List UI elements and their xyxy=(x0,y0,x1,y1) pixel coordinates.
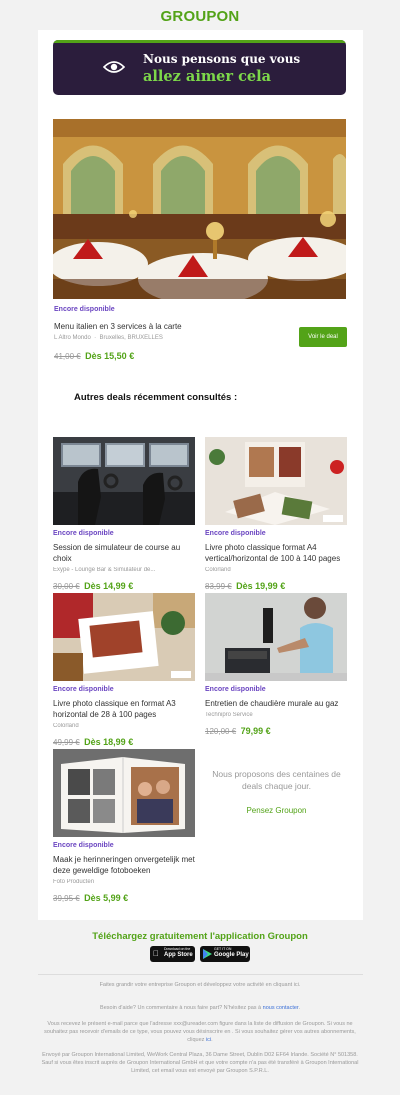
deal-old-price: 39,95 € xyxy=(53,894,80,903)
deal-new-price: Dès 19,99 € xyxy=(236,581,286,591)
deal-new-price: Dès 14,99 € xyxy=(84,581,134,591)
deal-new-price: 79,99 € xyxy=(240,726,271,736)
deal-card[interactable]: Encore disponible Livre photo classique … xyxy=(205,437,347,594)
hero-old-price: 41,00 € xyxy=(54,352,81,361)
hero-new-price: Dès 15,50 € xyxy=(85,351,135,361)
deal-title[interactable]: Maak je herinneringen onvergetelijk met … xyxy=(53,854,195,876)
app-store-label: App Store xyxy=(164,952,193,958)
deal-title[interactable]: Livre photo classique format A4 vertical… xyxy=(205,542,347,564)
deal-card[interactable]: Encore disponible Session de simulateur … xyxy=(53,437,195,594)
deal-availability: Encore disponible xyxy=(53,842,114,849)
section-title: Autres deals récemment consultés : xyxy=(74,392,238,403)
deal-merchant: Foto Producten xyxy=(53,879,95,885)
recommendation-banner: Nous pensons que vous allez aimer cela xyxy=(53,40,346,95)
view-deal-button[interactable]: Voir le deal xyxy=(299,327,347,347)
contact-us-link[interactable]: nous contacter xyxy=(263,1005,299,1011)
apple-icon:  xyxy=(153,949,159,959)
deal-old-price: 30,00 € xyxy=(53,582,80,591)
deal-availability: Encore disponible xyxy=(205,686,266,693)
deal-availability: Encore disponible xyxy=(53,530,114,537)
deal-old-price: 49,99 € xyxy=(53,738,80,747)
footer-help: Besoin d'aide? Un commentaire à nous fai… xyxy=(40,1004,360,1012)
deal-title[interactable]: Entretien de chaudière murale au gaz xyxy=(205,698,347,709)
deal-new-price: Dès 18,99 € xyxy=(84,737,134,747)
footer-notice-text: Vous recevez le présent e-mail parce que… xyxy=(44,1021,356,1043)
deal-price: 120,00 € 79,99 € xyxy=(205,721,347,739)
footer-divider xyxy=(38,974,363,975)
app-store-small-text: Download on the xyxy=(164,947,191,951)
hero-availability: Encore disponible xyxy=(54,306,115,313)
deal-price: 49,99 € Dès 18,99 € xyxy=(53,732,195,750)
promo-text: Nous proposons des centaines de deals ch… xyxy=(212,769,341,791)
deal-merchant: Exype - Lounge Bar & Simulateur de... xyxy=(53,567,156,573)
app-store-badge[interactable]:  Download on the App Store xyxy=(150,946,195,962)
hero-location: Bruxelles, BRUXELLES xyxy=(99,335,163,341)
banner-accent-bar xyxy=(53,40,346,43)
google-play-small-text: GET IT ON xyxy=(214,947,232,951)
deal-image-racing-simulator[interactable] xyxy=(53,437,195,525)
deal-card[interactable]: Encore disponible Livre photo classique … xyxy=(53,593,195,750)
deal-availability: Encore disponible xyxy=(53,686,114,693)
eye-icon xyxy=(103,61,125,73)
deal-old-price: 120,00 € xyxy=(205,727,237,736)
deal-title[interactable]: Session de simulateur de course au choix xyxy=(53,542,195,564)
deal-availability: Encore disponible xyxy=(205,530,266,537)
footer-help-text: Besoin d'aide? Un commentaire à nous fai… xyxy=(100,1005,262,1011)
deal-card[interactable]: Encore disponible Entretien de chaudière… xyxy=(205,593,347,739)
deal-old-price: 83,99 € xyxy=(205,582,232,591)
footer-help-end: . xyxy=(298,1005,300,1011)
deal-card[interactable]: Encore disponible Maak je herinneringen … xyxy=(53,749,195,906)
footer-notice: Vous recevez le présent e-mail parce que… xyxy=(40,1020,360,1044)
google-play-label: Google Play xyxy=(214,952,249,958)
hero-price: 41,00 € Dès 15,50 € xyxy=(54,346,134,364)
deal-new-price: Dès 5,99 € xyxy=(84,893,129,903)
banner-line-2: allez aimer cela xyxy=(143,68,272,85)
groupon-logo[interactable]: GROUPON xyxy=(0,8,400,25)
hero-merchant-name: L Altro Mondo xyxy=(54,335,91,341)
google-play-icon xyxy=(203,949,212,959)
pensez-groupon-link[interactable]: Pensez Groupon xyxy=(204,806,349,815)
deal-price: 83,99 € Dès 19,99 € xyxy=(205,576,347,594)
email-card: Nous pensons que vous allez aimer cela E… xyxy=(38,30,363,920)
deal-image-photobook-a4[interactable] xyxy=(205,437,347,525)
banner-line-1: Nous pensons que vous xyxy=(143,52,301,66)
google-play-badge[interactable]: GET IT ON Google Play xyxy=(200,946,250,962)
deal-image-photobook-a3[interactable] xyxy=(53,593,195,681)
footer-business[interactable]: Faites grandir votre entreprise Groupon … xyxy=(40,981,360,989)
deal-image-fotoboeken[interactable] xyxy=(53,749,195,837)
footer-notice-end: . xyxy=(211,1037,213,1043)
deal-merchant: Colorland xyxy=(205,567,231,573)
deal-image-boiler-service[interactable] xyxy=(205,593,347,681)
deal-title[interactable]: Livre photo classique en format A3 horiz… xyxy=(53,698,195,720)
app-download-title: Téléchargez gratuitement l'application G… xyxy=(92,931,308,942)
deal-merchant: Technipro Service xyxy=(205,712,253,718)
deal-merchant: Colorland xyxy=(53,723,79,729)
hero-merchant: L Altro Mondo · Bruxelles, BRUXELLES xyxy=(54,335,163,341)
hero-deal-title[interactable]: Menu italien en 3 services à la carte xyxy=(54,322,182,331)
deal-price: 39,95 € Dès 5,99 € xyxy=(53,888,195,906)
restaurant-photo[interactable] xyxy=(53,119,346,299)
footer-legal: Envoyé par Groupon International Limited… xyxy=(41,1052,359,1074)
deal-price: 30,00 € Dès 14,99 € xyxy=(53,576,195,594)
meta-separator: · xyxy=(94,335,97,341)
